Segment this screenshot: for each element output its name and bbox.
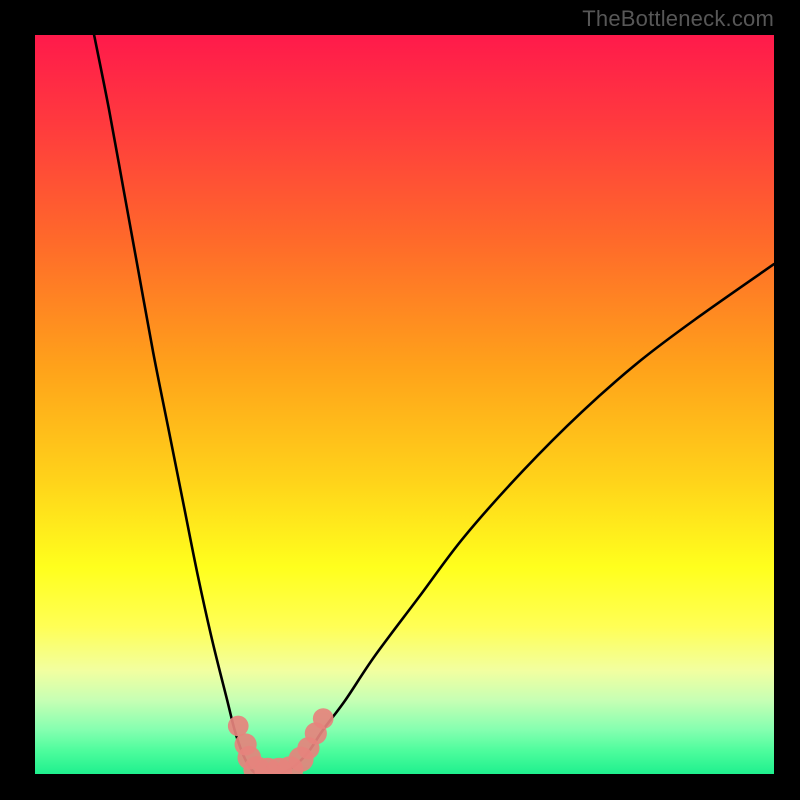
highlight-point <box>313 708 334 729</box>
watermark-text: TheBottleneck.com <box>582 6 774 32</box>
plot-area <box>35 35 774 774</box>
chart-frame: TheBottleneck.com <box>0 0 800 800</box>
highlight-point <box>228 716 249 737</box>
curve-layer <box>35 35 774 774</box>
highlight-points <box>228 708 334 774</box>
bottleneck-curve <box>94 35 774 774</box>
